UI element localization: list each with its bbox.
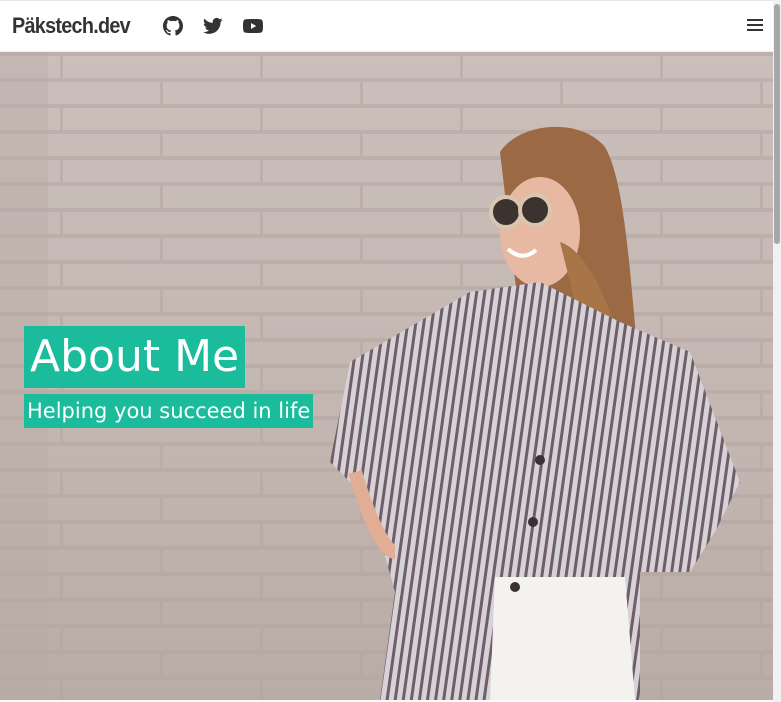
- scrollbar-thumb[interactable]: [774, 4, 780, 244]
- youtube-icon: [243, 19, 264, 33]
- hamburger-icon[interactable]: [747, 19, 763, 33]
- navbar: Päkstech.dev: [0, 0, 773, 52]
- hero-title: About Me: [24, 326, 246, 388]
- hero-heading: About Me Helping you succeed in life: [24, 326, 314, 428]
- twitter-icon: [203, 17, 223, 34]
- social-links: [153, 16, 273, 36]
- github-icon: [163, 16, 184, 36]
- youtube-link[interactable]: [243, 16, 264, 36]
- brand-logo[interactable]: Päkstech.dev: [12, 13, 131, 39]
- hero-subtitle: Helping you succeed in life: [24, 394, 314, 428]
- vertical-scrollbar[interactable]: [773, 0, 781, 702]
- github-link[interactable]: [163, 16, 184, 36]
- hero-banner: About Me Helping you succeed in life: [0, 52, 773, 700]
- twitter-link[interactable]: [203, 16, 223, 36]
